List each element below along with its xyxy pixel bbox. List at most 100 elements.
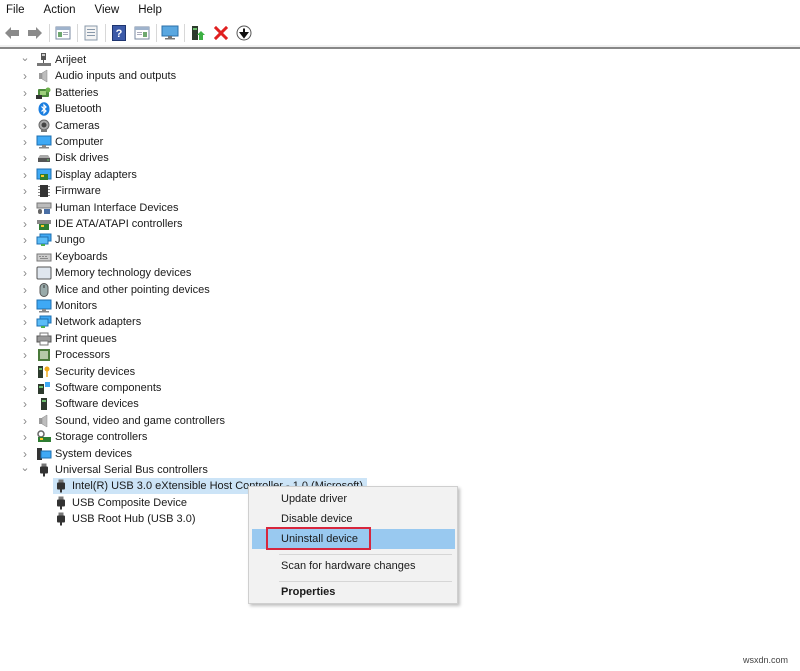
tree-category-bluetooth[interactable]: › Bluetooth [20,101,101,117]
tree-category-mice-and-other-pointing-devices[interactable]: › Mice and other pointing devices [20,282,210,298]
chevron-right-icon[interactable]: › [20,396,30,412]
menu-item-label: Scan for hardware changes [281,560,416,572]
tree-category-storage-controllers[interactable]: › Storage controllers [20,429,147,445]
toolbar-separator [156,23,157,42]
back-button[interactable] [2,23,22,43]
tree-device-item[interactable]: USB Composite Device [53,495,187,511]
menu-action[interactable]: Action [42,4,83,16]
context-menu-item-disable-device[interactable]: Disable device [252,509,455,529]
scan-hardware-button[interactable] [160,23,180,43]
tree-category-audio-inputs-and-outputs[interactable]: › Audio inputs and outputs [20,68,176,84]
chevron-right-icon[interactable]: › [20,380,30,396]
chevron-right-icon[interactable]: › [20,282,30,298]
tree-category-human-interface-devices[interactable]: › Human Interface Devices [20,200,179,216]
tree-item-label: Monitors [55,300,98,312]
tree-category-software-components[interactable]: › Software components [20,380,161,396]
tree-category-jungo[interactable]: › Jungo [20,232,85,248]
chevron-right-icon[interactable]: › [20,134,30,150]
tree-item-label: Human Interface Devices [55,201,179,214]
tree-item-label: Sound, video and game controllers [55,414,225,427]
update-driver-button[interactable] [188,23,208,43]
down-arrow-circle-icon [236,25,252,40]
tree-device-item[interactable]: USB Root Hub (USB 3.0) [53,511,196,527]
tree-item-label: Jungo [55,234,85,247]
chevron-right-icon[interactable]: › [20,68,30,84]
chevron-right-icon[interactable]: › [20,150,30,166]
chevron-right-icon[interactable]: › [20,347,30,363]
tree-category-software-devices[interactable]: › Software devices [20,396,139,412]
usb-plug-icon [36,462,52,478]
help-button[interactable]: ? [109,23,129,43]
menu-help[interactable]: Help [136,4,169,16]
properties-button[interactable] [81,23,101,43]
forward-button[interactable] [25,23,45,43]
context-menu-item-scan-hardware[interactable]: Scan for hardware changes [252,556,455,576]
enable-device-button[interactable] [234,23,254,43]
storage-controller-icon [36,429,52,445]
tree-category-security-devices[interactable]: › Security devices [20,364,135,380]
menu-item-label: Disable device [281,513,353,525]
keyboard-icon [36,249,52,265]
tree-category-system-devices[interactable]: › System devices [20,446,132,462]
tree-category-keyboards[interactable]: › Keyboards [20,249,108,265]
chevron-right-icon[interactable]: › [20,85,30,101]
chevron-right-icon[interactable]: › [20,413,30,429]
show-hide-action-pane-button[interactable] [132,23,152,43]
chevron-right-icon[interactable]: › [20,265,30,281]
tree-category-batteries[interactable]: › Batteries [20,85,98,101]
tree-category-memory-technology-devices[interactable]: › Memory technology devices [20,265,191,281]
chevron-right-icon[interactable]: › [20,249,30,265]
chevron-right-icon[interactable]: › [20,298,30,314]
uninstall-button[interactable] [211,23,231,43]
tree-category-firmware[interactable]: › Firmware [20,183,101,199]
tree-category-ide-ata-atapi-controllers[interactable]: › IDE ATA/ATAPI controllers [20,216,183,232]
toolbar-separator [184,23,185,42]
chevron-right-icon[interactable]: › [20,183,30,199]
context-menu-item-properties[interactable]: Properties [252,582,455,602]
tree-item-label: System devices [55,447,133,460]
network-icon [36,232,52,248]
tree-item-label: Universal Serial Bus controllers [55,464,208,476]
mouse-icon [36,282,52,298]
chevron-right-icon[interactable]: › [20,200,30,216]
menu-view[interactable]: View [93,4,127,16]
context-menu-item-update-driver[interactable]: Update driver [252,489,455,509]
tree-item-label: Cameras [55,119,100,132]
chevron-right-icon[interactable]: › [20,331,30,347]
tree-category-disk-drives[interactable]: › Disk drives [20,150,109,166]
watermark: wsxdn.com [742,655,788,665]
tree-category-processors[interactable]: › Processors [20,347,110,363]
chevron-right-icon[interactable]: › [20,429,30,445]
tree-category-computer[interactable]: › Computer [20,134,103,150]
tree-category-network-adapters[interactable]: › Network adapters [20,314,141,330]
chevron-right-icon[interactable]: › [20,101,30,117]
context-menu: Update driver Disable device Uninstall d… [248,486,458,604]
tree-category-cameras[interactable]: › Cameras [20,118,100,134]
chevron-right-icon[interactable]: › [20,118,30,134]
camera-icon [36,118,52,134]
tree-category-display-adapters[interactable]: › Display adapters [20,167,137,183]
show-hide-console-tree-button[interactable] [53,23,73,43]
system-devices-icon [36,446,52,462]
chevron-right-icon[interactable]: › [20,314,30,330]
processor-icon [36,347,52,363]
tree-category-universal-serial-bus-controllers[interactable]: ⌄ Universal Serial Bus controllers [20,462,208,478]
tree-item-label: Computer [55,136,104,148]
chevron-down-icon[interactable]: ⌄ [20,459,30,475]
chevron-right-icon[interactable]: › [20,167,30,183]
chevron-down-icon[interactable]: ⌄ [20,49,30,65]
menu-file[interactable]: File [4,4,32,16]
chevron-right-icon[interactable]: › [20,216,30,232]
context-menu-item-uninstall-device[interactable]: Uninstall device [252,529,455,549]
computer-icon [36,134,52,150]
tree-item-label: Keyboards [55,250,108,263]
tree-category-print-queues[interactable]: › Print queues [20,331,117,347]
chevron-right-icon[interactable]: › [20,232,30,248]
tree-item-label: Arijeet [55,54,87,66]
usb-plug-icon [53,495,69,511]
chevron-right-icon[interactable]: › [20,364,30,380]
tree-category-monitors[interactable]: › Monitors [20,298,97,314]
tree-root-item[interactable]: ⌄ Arijeet [20,52,86,68]
tree-category-sound-video-and-game-controllers[interactable]: › Sound, video and game controllers [20,413,225,429]
update-driver-icon [192,25,205,40]
